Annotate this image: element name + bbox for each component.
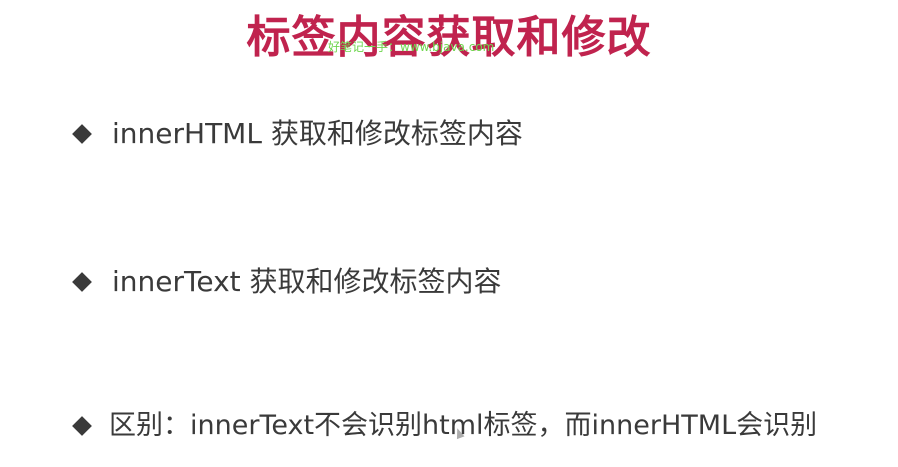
watermark: 好笔记一手：www.bjava.com — [328, 40, 495, 54]
bullet-text: innerText 获取和修改标签内容 — [112, 265, 502, 298]
slide: 标签内容获取和修改 好笔记一手：www.bjava.com innerHTML … — [0, 0, 898, 467]
bullet-item-innerhtml: innerHTML 获取和修改标签内容 — [72, 114, 523, 154]
slide-title: 标签内容获取和修改 — [246, 12, 652, 63]
diamond-bullet-icon — [72, 272, 92, 292]
bullet-text: innerHTML 获取和修改标签内容 — [112, 117, 523, 150]
diamond-bullet-icon — [72, 416, 92, 436]
bullet-text: 区别：innerText不会识别html标签，而innerHTML会识别 — [109, 410, 818, 441]
bullet-item-difference: 区别：innerText不会识别html标签，而innerHTML会识别 — [72, 406, 817, 446]
bullet-item-innertext: innerText 获取和修改标签内容 — [72, 262, 502, 302]
diamond-bullet-icon — [72, 124, 92, 144]
